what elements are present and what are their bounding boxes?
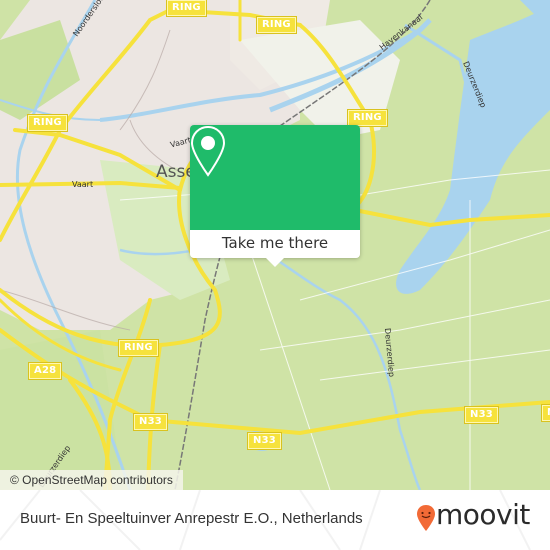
moovit-logo-icon bbox=[417, 505, 435, 531]
road-shield-ring: RING bbox=[347, 109, 388, 127]
road-shield-ring: RING bbox=[256, 16, 297, 34]
take-me-there-button[interactable]: Take me there bbox=[190, 230, 360, 258]
place-name: Buurt- En Speeltuinver Anrepestr E.O., N… bbox=[20, 510, 363, 527]
osm-attribution[interactable]: © OpenStreetMap contributors bbox=[0, 470, 183, 490]
road-shield-a28: A28 bbox=[27, 362, 63, 380]
map-pin-icon bbox=[190, 125, 226, 177]
road-shield-ring: RING bbox=[27, 114, 68, 132]
moovit-wordmark[interactable]: moovit bbox=[436, 498, 530, 531]
footer: Buurt- En Speeltuinver Anrepestr E.O., N… bbox=[0, 490, 550, 550]
location-popup: Take me there bbox=[190, 125, 360, 267]
road-shield-n33: N33 bbox=[133, 413, 168, 431]
popup-tail bbox=[266, 258, 284, 267]
road-shield-ring: RING bbox=[118, 339, 159, 357]
road-shield-n33: N33 bbox=[541, 404, 550, 422]
road-shield-ring: RING bbox=[166, 0, 207, 17]
lake bbox=[396, 0, 550, 294]
road-shield-n33: N33 bbox=[247, 432, 282, 450]
road-shield-n33: N33 bbox=[464, 406, 499, 424]
street-label: Vaart bbox=[72, 180, 94, 189]
map[interactable]: RING RING RING RING RING A28 N33 N33 N33… bbox=[0, 0, 550, 490]
popup-header bbox=[190, 125, 360, 230]
